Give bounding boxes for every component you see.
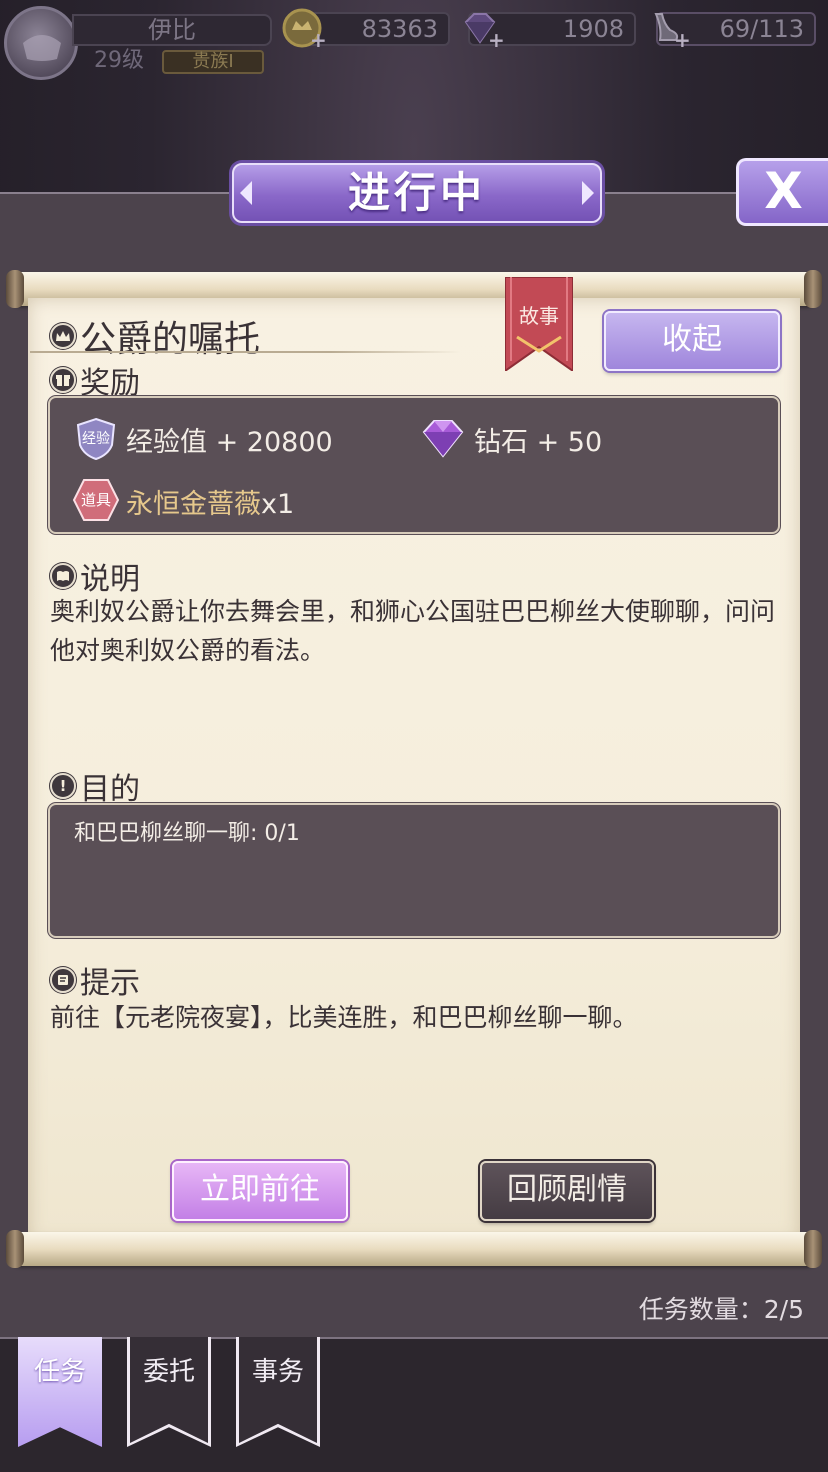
status-bar: 伊比 29级 贵族I 83363 + 1908 + 69/113 + bbox=[0, 0, 828, 90]
hint-heading-text: 提示 bbox=[80, 966, 140, 1001]
description-text: 奥利奴公爵让你去舞会里，和狮心公国驻巴巴柳丝大使聊聊，问问他对奥利奴公爵的看法。 bbox=[50, 597, 776, 665]
player-avatar[interactable] bbox=[4, 6, 78, 80]
objective-progress: 和巴巴柳丝聊一聊: 0/1 bbox=[74, 821, 300, 846]
diamond-add-button[interactable]: + bbox=[488, 30, 505, 50]
item-reward-name: 永恒金蔷薇 bbox=[126, 489, 261, 520]
title-divider bbox=[30, 351, 460, 353]
item-badge-label: 道具 bbox=[80, 491, 111, 509]
item-reward-count: x1 bbox=[261, 489, 295, 520]
title-right-arrow-icon bbox=[582, 181, 594, 205]
note-icon bbox=[50, 967, 76, 993]
tab-quests-label: 任务 bbox=[33, 1357, 86, 1387]
item-reward: 永恒金蔷薇x1 bbox=[126, 482, 294, 521]
close-icon: X bbox=[764, 162, 803, 220]
close-button[interactable]: X bbox=[736, 158, 828, 226]
bottom-tab-bar bbox=[0, 1337, 828, 1472]
objective-heading: ! 目的 bbox=[50, 764, 140, 808]
exp-reward: 经验值 + 20800 bbox=[126, 427, 333, 458]
story-ribbon-label: 故事 bbox=[519, 304, 559, 328]
book-icon bbox=[50, 563, 76, 589]
avatar-crest-icon bbox=[23, 35, 61, 61]
stamina-add-button[interactable]: + bbox=[674, 30, 691, 50]
collapse-button[interactable]: 收起 bbox=[604, 311, 780, 371]
objective-heading-text: 目的 bbox=[80, 772, 140, 807]
page-title-text: 进行中 bbox=[347, 168, 486, 217]
review-story-button[interactable]: 回顾剧情 bbox=[480, 1161, 654, 1221]
tab-affairs-bg bbox=[239, 1337, 317, 1443]
task-title: 公爵的嘱托 bbox=[80, 319, 261, 360]
exp-badge-label: 经验 bbox=[82, 431, 110, 447]
tab-commissions-label: 委托 bbox=[142, 1357, 195, 1387]
go-now-button[interactable]: 立即前往 bbox=[172, 1161, 348, 1221]
gold-add-button[interactable]: + bbox=[310, 30, 327, 50]
player-rank-badge: 贵族I bbox=[162, 50, 264, 74]
player-level: 29级 bbox=[94, 48, 144, 73]
title-left-arrow-icon bbox=[240, 181, 252, 205]
hint-text: 前往【元老院夜宴】，比美连胜，和巴巴柳丝聊一聊。 bbox=[50, 1003, 638, 1032]
exclamation-icon: ! bbox=[50, 773, 76, 799]
scroll-bottom-rod bbox=[6, 1230, 822, 1268]
task-title-row: 公爵的嘱托 bbox=[50, 310, 260, 362]
task-count: 任务数量：2/5 bbox=[638, 1295, 804, 1324]
hint-heading: 提示 bbox=[50, 958, 140, 1002]
player-name: 伊比 bbox=[72, 14, 272, 46]
crown-icon bbox=[50, 323, 76, 349]
tab-affairs-label: 事务 bbox=[251, 1357, 304, 1387]
page-title: 进行中 bbox=[232, 163, 602, 223]
gift-icon bbox=[50, 367, 76, 393]
tab-commissions-bg bbox=[130, 1337, 208, 1443]
diamond-reward-icon bbox=[422, 420, 464, 458]
diamond-reward: 钻石 + 50 bbox=[474, 427, 603, 458]
